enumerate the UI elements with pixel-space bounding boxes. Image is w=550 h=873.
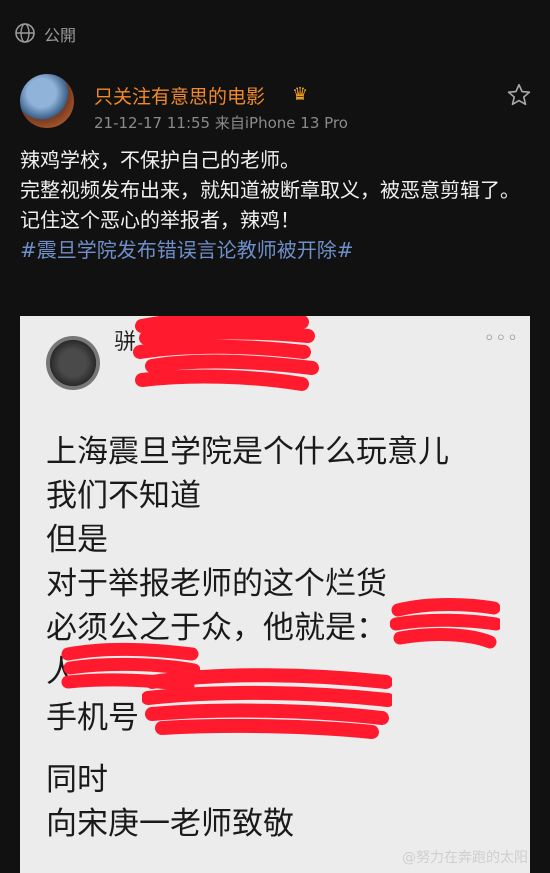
- card-line: 上海震旦学院是个什么玩意儿: [46, 434, 449, 470]
- post-line: 辣鸡学校，不保护自己的老师。: [20, 148, 300, 172]
- post-timestamp: 21-12-17 11:55: [94, 114, 211, 132]
- crown-icon: ♛: [292, 84, 309, 105]
- card-line: 我们不知道: [46, 478, 201, 514]
- card-line: 向宋庚一老师致敬: [46, 806, 294, 842]
- card-line: 同时: [46, 762, 108, 798]
- visibility-label: 公開: [44, 26, 77, 45]
- more-dots-icon[interactable]: ◦◦◦: [484, 328, 519, 349]
- watermark: @努力在奔跑的太阳: [402, 850, 528, 866]
- card-line: 必须公之于众，他就是：: [46, 610, 387, 646]
- post-line: 完整视频发布出来，就知道被断章取义，被恶意剪辑了。: [20, 178, 520, 202]
- top-bar: 公開: [0, 0, 550, 62]
- card-line: 对于举报老师的这个烂货: [46, 566, 387, 602]
- globe-icon: [15, 23, 35, 43]
- star-icon[interactable]: [506, 82, 532, 108]
- post-hashtag[interactable]: #震旦学院发布错误言论教师被开除#: [20, 235, 530, 265]
- card-line: 但是: [46, 522, 108, 558]
- post-line: 记住这个恶心的举报者，辣鸡！: [20, 208, 300, 232]
- author-name[interactable]: 只关注有意思的电影: [94, 82, 265, 109]
- card-line: 手机号: [46, 700, 139, 736]
- post-source: 来自iPhone 13 Pro: [214, 114, 348, 132]
- embedded-screenshot: 骈 ◦◦◦ 上海震旦学院是个什么玩意儿 我们不知道 但是 对于举报老师的这个烂货…: [20, 316, 530, 873]
- post-meta: 21-12-17 11:55 来自iPhone 13 Pro: [94, 112, 348, 133]
- post-body: 辣鸡学校，不保护自己的老师。 完整视频发布出来，就知道被断章取义，被恶意剪辑了。…: [20, 145, 530, 265]
- redaction-scribble: [142, 668, 392, 739]
- card-avatar: [46, 336, 100, 390]
- redaction-scribble: [133, 316, 319, 391]
- author-avatar[interactable]: [20, 74, 74, 128]
- redaction-scribble: [390, 598, 500, 649]
